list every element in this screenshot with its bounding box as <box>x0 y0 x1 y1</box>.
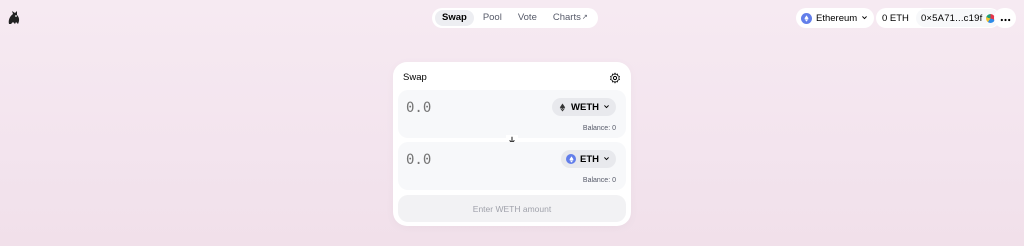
account-balance: 0 ETH <box>882 12 909 24</box>
account-address: 0×5A71...c19f <box>920 12 983 24</box>
more-menu-button[interactable] <box>994 8 1016 28</box>
gear-icon[interactable] <box>609 71 621 84</box>
swap-submit-label: Enter WETH amount <box>472 203 552 214</box>
top-nav: Swap Pool Vote Charts↗ <box>432 8 598 28</box>
account-address-button[interactable]: 0×5A71...c19f <box>915 9 1000 27</box>
network-selector[interactable]: Ethereum <box>796 8 875 28</box>
output-token-symbol: ETH <box>580 153 599 165</box>
swap-submit-button[interactable]: Enter WETH amount <box>398 195 626 222</box>
swap-card: Swap WETH Balance: 0 ETH <box>393 62 631 226</box>
ethereum-icon <box>801 12 812 24</box>
nav-pool[interactable]: Pool <box>476 10 509 26</box>
ethereum-icon <box>566 154 576 164</box>
output-amount-field[interactable] <box>406 152 526 168</box>
chevron-down-icon <box>861 13 868 24</box>
input-amount-field[interactable] <box>406 100 526 116</box>
nav-swap[interactable]: Swap <box>435 10 474 26</box>
weth-icon <box>557 102 567 112</box>
input-token-selector[interactable]: WETH <box>552 98 616 116</box>
output-token-selector[interactable]: ETH <box>561 150 616 168</box>
swap-title: Swap <box>403 71 427 83</box>
input-balance: Balance: 0 <box>582 125 616 132</box>
output-token-panel: ETH Balance: 0 <box>398 142 626 190</box>
nav-charts[interactable]: Charts↗ <box>546 10 595 26</box>
chevron-down-icon <box>603 102 610 113</box>
external-link-icon: ↗ <box>581 14 588 21</box>
chevron-down-icon <box>603 154 610 165</box>
output-balance: Balance: 0 <box>582 177 616 184</box>
input-token-symbol: WETH <box>571 101 599 113</box>
network-label: Ethereum <box>816 12 858 24</box>
account-widget: 0 ETH 0×5A71...c19f <box>876 8 1001 28</box>
unicorn-logo-icon[interactable] <box>6 10 22 26</box>
swap-header: Swap <box>403 70 621 84</box>
nav-vote[interactable]: Vote <box>511 10 544 26</box>
ellipsis-icon <box>1000 11 1011 25</box>
